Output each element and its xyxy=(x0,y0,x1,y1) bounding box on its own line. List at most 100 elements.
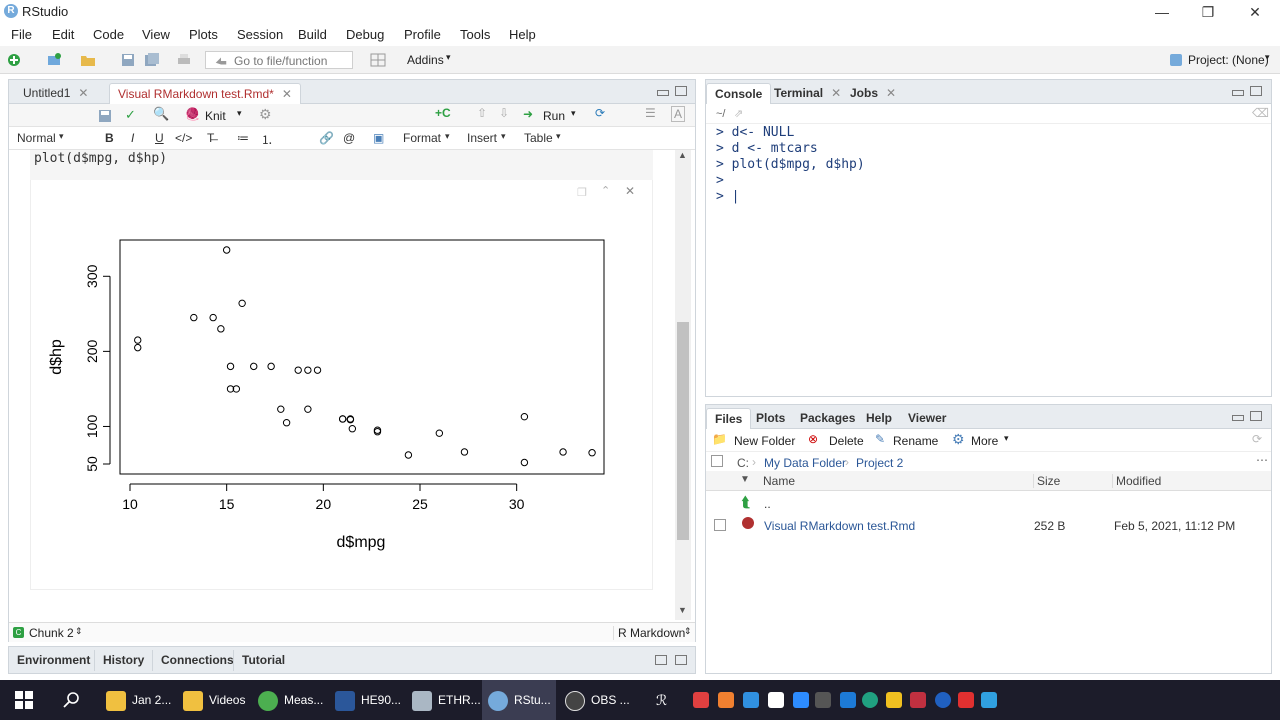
tab-packages[interactable]: Packages xyxy=(792,408,863,429)
tray-app-icon[interactable] xyxy=(718,692,734,708)
tab-environment[interactable]: Environment xyxy=(9,650,99,671)
tab-terminal[interactable]: Terminal ✕ xyxy=(766,83,849,104)
menu-code[interactable]: Code xyxy=(93,27,124,42)
taskbar-item-videos[interactable]: Videos xyxy=(183,680,245,720)
tray-app-icon[interactable] xyxy=(815,692,831,708)
code-chunk[interactable]: plot(d$mpg, d$hp) xyxy=(30,150,653,180)
restore-pane-icon[interactable] xyxy=(655,655,667,665)
run-dropdown-icon[interactable]: ▾ xyxy=(571,108,576,119)
run-button[interactable]: Run xyxy=(543,109,565,123)
tab-tutorial[interactable]: Tutorial xyxy=(233,650,293,671)
clear-console-icon[interactable]: ⌫ xyxy=(1252,106,1269,120)
tab-help[interactable]: Help xyxy=(858,408,900,429)
editor-scrollbar[interactable]: ▲ ▼ xyxy=(675,150,691,620)
table-row[interactable]: ⮬ .. xyxy=(706,492,1271,514)
scroll-down-icon[interactable]: ▼ xyxy=(678,605,687,615)
tab-untitled1[interactable]: Untitled1 ✕ xyxy=(15,83,96,104)
tray-app-icon[interactable] xyxy=(910,692,926,708)
collapse-output-icon[interactable]: ⌃ xyxy=(601,184,610,197)
rerun-icon[interactable]: ⟳ xyxy=(595,106,605,120)
scroll-up-icon[interactable]: ▲ xyxy=(678,150,687,160)
menu-file[interactable]: File xyxy=(11,27,32,42)
tab-connections[interactable]: Connections xyxy=(152,650,242,671)
tab-rmd[interactable]: Visual RMarkdown test.Rmd* ✕ xyxy=(109,83,301,104)
open-file-icon[interactable] xyxy=(80,52,96,68)
scroll-thumb[interactable] xyxy=(677,322,689,540)
next-chunk-icon[interactable]: ⇩ xyxy=(499,106,509,120)
menu-tools[interactable]: Tools xyxy=(460,27,490,42)
print-icon[interactable] xyxy=(176,52,192,68)
close-tab-icon[interactable]: ✕ xyxy=(831,86,841,100)
search-icon[interactable] xyxy=(63,691,81,709)
new-file-icon[interactable] xyxy=(6,52,22,68)
close-tab-icon[interactable]: ✕ xyxy=(282,87,292,101)
taskbar-item-folder[interactable]: Jan 2... xyxy=(106,680,171,720)
paragraph-style-select[interactable]: Normal xyxy=(17,131,56,145)
console-prompt[interactable]: > | xyxy=(716,189,739,204)
tray-app-icon[interactable] xyxy=(935,692,951,708)
select-all-checkbox[interactable] xyxy=(711,455,723,467)
taskbar-item-word[interactable]: HE90... xyxy=(335,680,401,720)
code-icon[interactable]: </> xyxy=(175,131,192,145)
menu-profile[interactable]: Profile xyxy=(404,27,441,42)
table-menu[interactable]: Table xyxy=(524,131,553,145)
close-tab-icon[interactable]: ✕ xyxy=(78,86,88,100)
dropbox-icon[interactable] xyxy=(743,692,759,708)
people-icon[interactable]: ℛ xyxy=(656,692,672,708)
close-tab-icon[interactable]: ✕ xyxy=(886,86,896,100)
taskbar-item-ethr[interactable]: ETHR... xyxy=(412,680,481,720)
lock-icon[interactable] xyxy=(886,692,902,708)
close-button[interactable]: ✕ xyxy=(1232,2,1278,22)
column-size[interactable]: Size xyxy=(1033,474,1060,488)
find-icon[interactable]: 🔍 xyxy=(153,106,169,122)
windows-start-icon[interactable] xyxy=(15,691,33,709)
addins-menu[interactable]: Addins xyxy=(407,53,444,67)
save-icon[interactable] xyxy=(97,108,113,124)
image-icon[interactable]: ▣ xyxy=(373,131,384,145)
format-menu[interactable]: Format xyxy=(403,131,441,145)
breadcrumb-root[interactable]: C: xyxy=(737,456,749,470)
citation-icon[interactable]: @ xyxy=(343,131,355,145)
minimize-button[interactable]: — xyxy=(1139,2,1185,22)
menu-help[interactable]: Help xyxy=(509,27,536,42)
bold-button[interactable]: B xyxy=(105,131,114,145)
outline-icon[interactable]: ☰ xyxy=(645,106,656,120)
tab-viewer[interactable]: Viewer xyxy=(900,408,954,429)
maximize-pane-icon[interactable] xyxy=(675,86,687,96)
chunk-navigator[interactable]: Chunk 2 xyxy=(29,626,74,640)
more-menu[interactable]: More xyxy=(971,434,998,448)
menu-session[interactable]: Session xyxy=(237,27,283,42)
tab-history[interactable]: History xyxy=(94,650,152,671)
insert-menu[interactable]: Insert xyxy=(467,131,497,145)
bullet-list-icon[interactable]: ≔ xyxy=(237,131,249,145)
maximize-pane-icon[interactable] xyxy=(1250,411,1262,421)
link-icon[interactable]: 🔗 xyxy=(319,131,334,145)
parent-folder-link[interactable]: .. xyxy=(764,497,771,511)
tray-app-icon[interactable] xyxy=(840,692,856,708)
refresh-icon[interactable]: ⟳ xyxy=(1252,432,1262,446)
column-modified[interactable]: Modified xyxy=(1112,474,1161,488)
tray-app-icon[interactable] xyxy=(981,692,997,708)
maximize-pane-icon[interactable] xyxy=(1250,86,1262,96)
tray-app-icon[interactable] xyxy=(958,692,974,708)
menu-build[interactable]: Build xyxy=(298,27,327,42)
save-all-icon[interactable] xyxy=(144,52,160,68)
tab-files[interactable]: Files xyxy=(706,408,752,429)
file-name-link[interactable]: Visual RMarkdown test.Rmd xyxy=(764,519,915,533)
expand-output-icon[interactable]: ❐ xyxy=(577,186,587,199)
menu-plots[interactable]: Plots xyxy=(189,27,218,42)
new-project-icon[interactable] xyxy=(46,52,62,68)
insert-chunk-icon[interactable]: +C xyxy=(435,106,451,120)
minimize-pane-icon[interactable] xyxy=(1232,415,1244,421)
minimize-pane-icon[interactable] xyxy=(1232,90,1244,96)
table-row[interactable]: Visual RMarkdown test.Rmd 252 B Feb 5, 2… xyxy=(706,515,1271,537)
tray-app-icon[interactable] xyxy=(768,692,784,708)
tray-app-icon[interactable] xyxy=(693,692,709,708)
numbered-list-icon[interactable]: ⒈ xyxy=(261,131,273,148)
tab-console[interactable]: Console xyxy=(706,83,772,104)
maximize-button[interactable]: ❐ xyxy=(1185,2,1231,22)
spellcheck-icon[interactable]: ✓ xyxy=(125,107,136,123)
new-folder-button[interactable]: New Folder xyxy=(734,434,795,448)
sort-icon[interactable]: ▼ xyxy=(740,474,750,485)
settings-gear-icon[interactable]: ⚙ xyxy=(259,106,272,123)
